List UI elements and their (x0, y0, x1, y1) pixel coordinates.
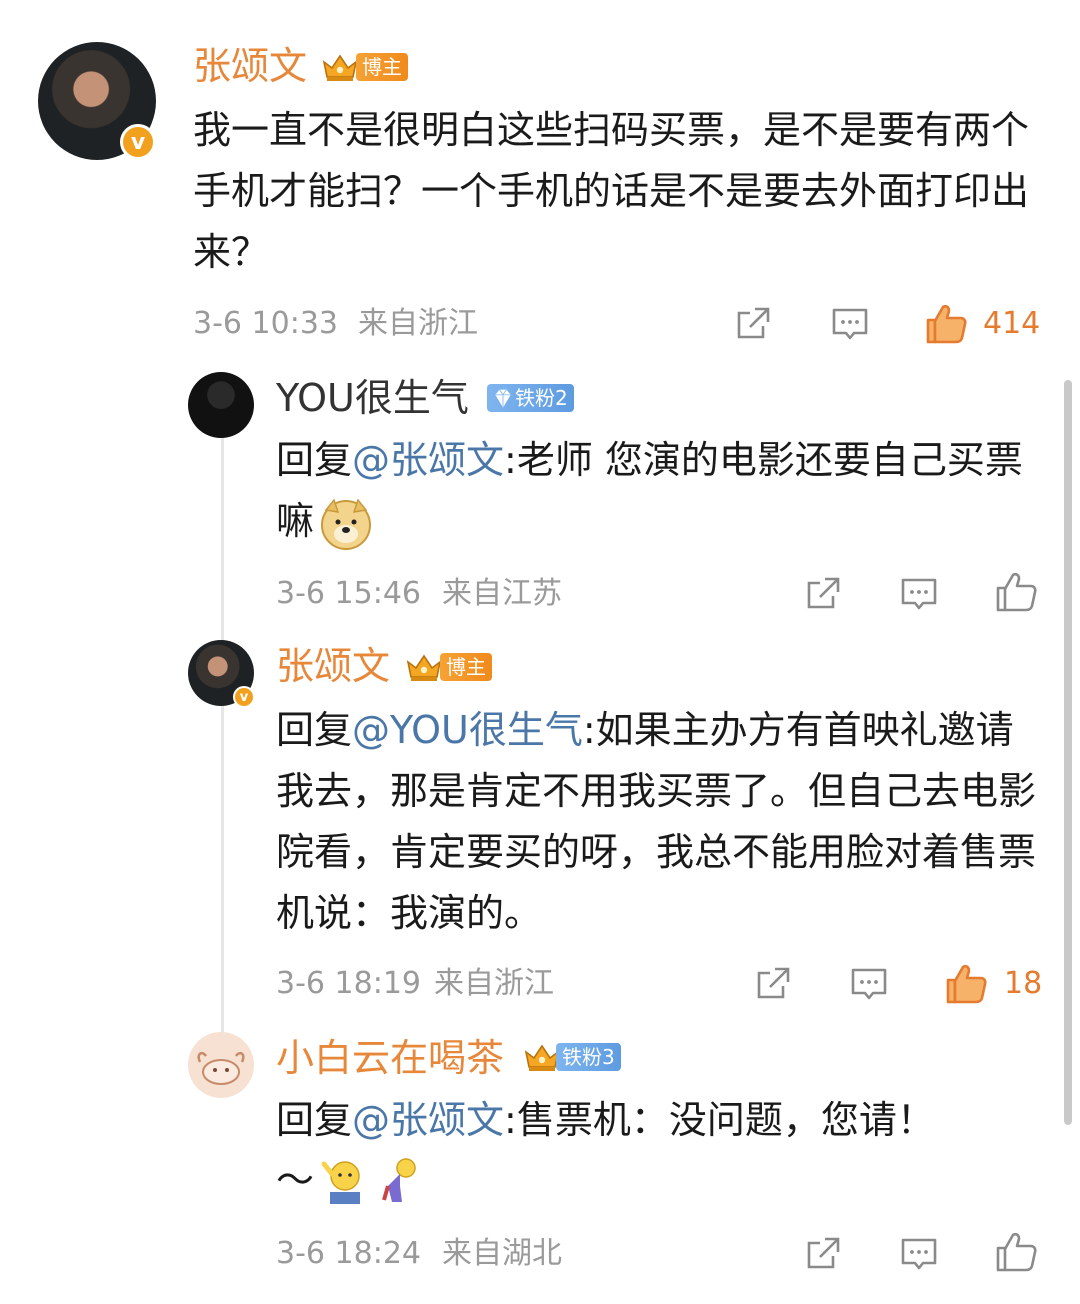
blogger-badge: 博主 (404, 650, 492, 684)
reply-text: 回复@张颂文:老师 您演的电影还要自己买票嘛 (276, 430, 1036, 552)
crown-icon (404, 650, 444, 684)
reply-author-name[interactable]: 张颂文 (276, 644, 390, 688)
like-icon[interactable] (994, 1230, 1038, 1274)
share-icon[interactable] (753, 964, 793, 1004)
like-icon[interactable] (994, 570, 1038, 614)
reply-author-name[interactable]: YOU很生气 (276, 376, 469, 420)
mention-link[interactable]: @张颂文 (352, 438, 504, 482)
comment-icon[interactable] (899, 574, 939, 614)
share-icon[interactable] (803, 574, 843, 614)
post-text: 我一直不是很明白这些扫码买票，是不是要有两个手机才能扫？一个手机的话是不是要去外… (193, 108, 1030, 274)
reply-text: 回复@张颂文:售票机：没问题，您请！ (276, 1090, 1046, 1151)
comment-icon[interactable] (899, 1234, 939, 1274)
badge-label: 博主 (356, 53, 408, 81)
reply-content: :售票机：没问题，您请！ (504, 1098, 935, 1142)
reply-location: 来自江苏 (442, 576, 562, 611)
like-icon[interactable] (944, 962, 988, 1006)
like-count: 414 (983, 306, 1041, 341)
blogger-badge: 博主 (320, 50, 408, 84)
reply-text: 回复@YOU很生气:如果主办方有首映礼邀请我去，那是肯定不用我买票了。但自己去电… (276, 700, 1046, 944)
crown-icon (320, 50, 360, 84)
share-icon[interactable] (733, 304, 773, 344)
comment-icon[interactable] (849, 964, 889, 1004)
fan-badge-label: 铁粉2 (487, 384, 574, 412)
post-location: 来自浙江 (358, 306, 478, 341)
reply-time: 3-6 15:46 (276, 576, 421, 611)
thread-line (221, 438, 224, 1036)
reply-prefix: 回复 (276, 708, 353, 752)
reply-location: 来自浙江 (434, 966, 554, 1001)
reply-text-line2: ～ (276, 1150, 424, 1211)
reply-prefix: 回复 (276, 438, 353, 482)
reply-prefix: 回复 (276, 1098, 353, 1142)
verified-badge-icon: v (120, 124, 156, 160)
diamond-icon (491, 386, 515, 410)
salute-emoji-icon (321, 1160, 361, 1204)
post-author-name[interactable]: 张颂文 (193, 44, 307, 88)
post-time: 3-6 10:33 (193, 306, 338, 341)
reply-time: 3-6 18:24 (276, 1236, 421, 1271)
reply-location: 来自湖北 (442, 1236, 562, 1271)
like-icon[interactable] (924, 302, 968, 346)
verified-badge-icon: v (233, 686, 255, 708)
comment-icon[interactable] (830, 304, 870, 344)
fan-badge-label: 铁粉3 (556, 1043, 621, 1071)
reply-time: 3-6 18:19 (276, 966, 421, 1001)
like-count: 18 (1004, 966, 1043, 1001)
badge-label: 博主 (440, 653, 492, 681)
share-icon[interactable] (803, 1234, 843, 1274)
bow-emoji-icon (382, 1157, 416, 1202)
scrollbar[interactable] (1064, 380, 1072, 1125)
mention-link[interactable]: @张颂文 (352, 1098, 504, 1142)
tilde-text: ～ (276, 1158, 315, 1202)
mention-link[interactable]: @YOU很生气 (352, 708, 583, 752)
avatar[interactable] (188, 372, 254, 438)
fan-badge: 铁粉2 (487, 381, 574, 415)
reply-author-name[interactable]: 小白云在喝茶 (276, 1036, 504, 1080)
fan-badge: 铁粉3 (522, 1040, 621, 1074)
avatar[interactable] (188, 1032, 254, 1098)
doge-emoji-icon (321, 497, 372, 550)
crab-icon (197, 1051, 245, 1085)
